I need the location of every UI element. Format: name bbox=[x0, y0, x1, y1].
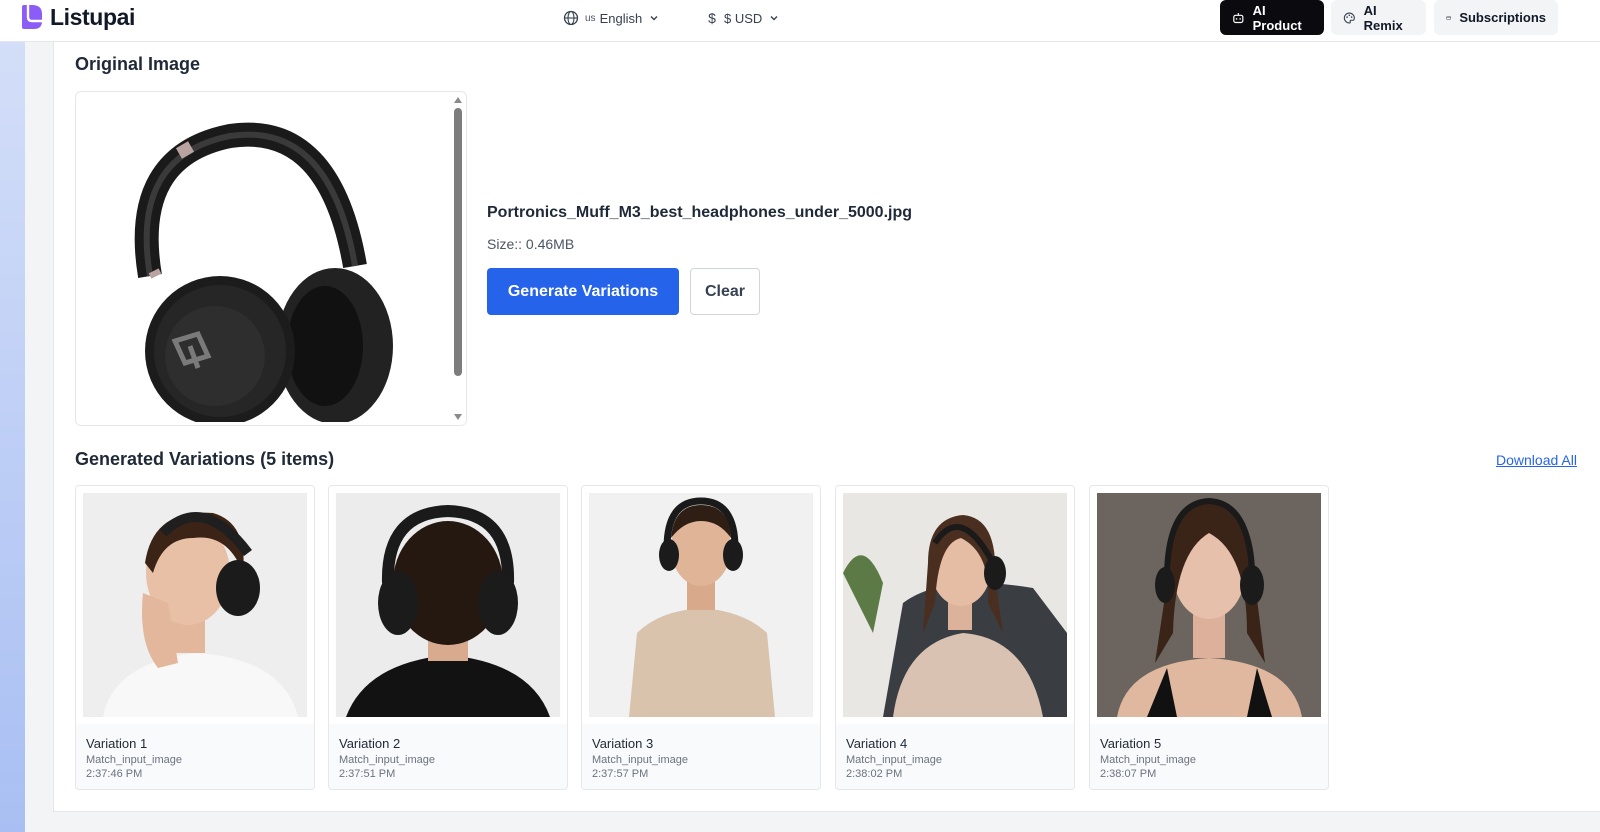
ai-remix-label: AI Remix bbox=[1363, 2, 1403, 33]
file-size: Size:: 0.46MB bbox=[487, 236, 575, 252]
generated-variations-title: Generated Variations (5 items) bbox=[75, 449, 335, 469]
variation-title: Variation 4 bbox=[846, 736, 908, 751]
variation-image-frame bbox=[836, 486, 1074, 724]
app-name: Listupai bbox=[50, 3, 135, 30]
preview-scrollbar[interactable] bbox=[450, 92, 466, 425]
generate-variations-button[interactable]: Generate Variations bbox=[487, 268, 679, 315]
variation-title: Variation 3 bbox=[592, 736, 654, 751]
variation-card[interactable]: Variation 4 Match_input_image 2:38:02 PM bbox=[835, 485, 1075, 790]
variation-image bbox=[1097, 493, 1321, 717]
variation-card[interactable]: Variation 2 Match_input_image 2:37:51 PM bbox=[328, 485, 568, 790]
variation-mode: Match_input_image bbox=[339, 754, 436, 766]
original-image-preview[interactable] bbox=[75, 91, 467, 426]
variation-mode: Match_input_image bbox=[592, 754, 689, 766]
chevron-down-icon bbox=[770, 16, 778, 21]
card-icon bbox=[1446, 15, 1451, 20]
file-name: Portronics_Muff_M3_best_headphones_under… bbox=[487, 204, 912, 221]
robot-icon bbox=[1233, 12, 1244, 23]
variation-image bbox=[843, 493, 1067, 717]
ai-product-button[interactable]: AI Product bbox=[1220, 0, 1324, 35]
variation-image-frame bbox=[76, 486, 314, 724]
variation-title: Variation 1 bbox=[86, 736, 148, 751]
variation-time: 2:38:02 PM bbox=[846, 768, 903, 780]
variation-image-frame bbox=[329, 486, 567, 724]
variation-image bbox=[336, 493, 560, 717]
variation-image-frame bbox=[1090, 486, 1328, 724]
variation-image bbox=[83, 493, 307, 717]
variation-card[interactable]: Variation 5 Match_input_image 2:38:07 PM bbox=[1089, 485, 1329, 790]
language-flag: us bbox=[585, 12, 596, 24]
sidebar-strip bbox=[0, 42, 25, 832]
original-image-title: Original Image bbox=[75, 54, 201, 74]
subscriptions-label: Subscriptions bbox=[1459, 10, 1546, 25]
ai-product-label: AI Product bbox=[1252, 2, 1302, 33]
scroll-down-arrow[interactable] bbox=[454, 414, 462, 420]
language-label: English bbox=[599, 10, 643, 26]
scroll-up-arrow[interactable] bbox=[454, 97, 462, 103]
clear-button[interactable]: Clear bbox=[690, 268, 760, 315]
variation-mode: Match_input_image bbox=[86, 754, 183, 766]
variation-image-frame bbox=[582, 486, 820, 724]
palette-icon bbox=[1343, 11, 1355, 24]
globe-icon bbox=[563, 10, 579, 26]
language-selector[interactable]: us English bbox=[563, 5, 660, 31]
subscriptions-button[interactable]: Subscriptions bbox=[1434, 0, 1558, 35]
variation-card[interactable]: Variation 3 Match_input_image 2:37:57 PM bbox=[581, 485, 821, 790]
chevron-down-icon bbox=[650, 16, 658, 21]
variation-card[interactable]: Variation 1 Match_input_image 2:37:46 PM bbox=[75, 485, 315, 790]
download-all-link[interactable]: Download All bbox=[1496, 452, 1600, 468]
variation-title: Variation 5 bbox=[1100, 736, 1162, 751]
logo-icon bbox=[22, 5, 42, 29]
top-navigation-bar: Listupai us English $ $ USD AI Product A… bbox=[0, 0, 1600, 42]
app-logo[interactable]: Listupai bbox=[18, 3, 135, 31]
variation-time: 2:38:07 PM bbox=[1100, 768, 1157, 780]
variation-time: 2:37:46 PM bbox=[86, 768, 143, 780]
variation-time: 2:37:51 PM bbox=[339, 768, 396, 780]
variation-mode: Match_input_image bbox=[1100, 754, 1197, 766]
variation-mode: Match_input_image bbox=[846, 754, 943, 766]
currency-selector[interactable]: $ $ USD bbox=[706, 5, 780, 31]
headphones-image bbox=[80, 96, 450, 422]
dollar-icon: $ bbox=[708, 10, 716, 26]
currency-label: $ USD bbox=[724, 10, 763, 26]
scroll-thumb[interactable] bbox=[454, 108, 462, 376]
variation-image bbox=[589, 493, 813, 717]
variation-time: 2:37:57 PM bbox=[592, 768, 649, 780]
variation-title: Variation 2 bbox=[339, 736, 401, 751]
main-panel: Original Image Portronics_Muff_M3_best_h… bbox=[53, 42, 1600, 812]
ai-remix-button[interactable]: AI Remix bbox=[1331, 0, 1426, 35]
